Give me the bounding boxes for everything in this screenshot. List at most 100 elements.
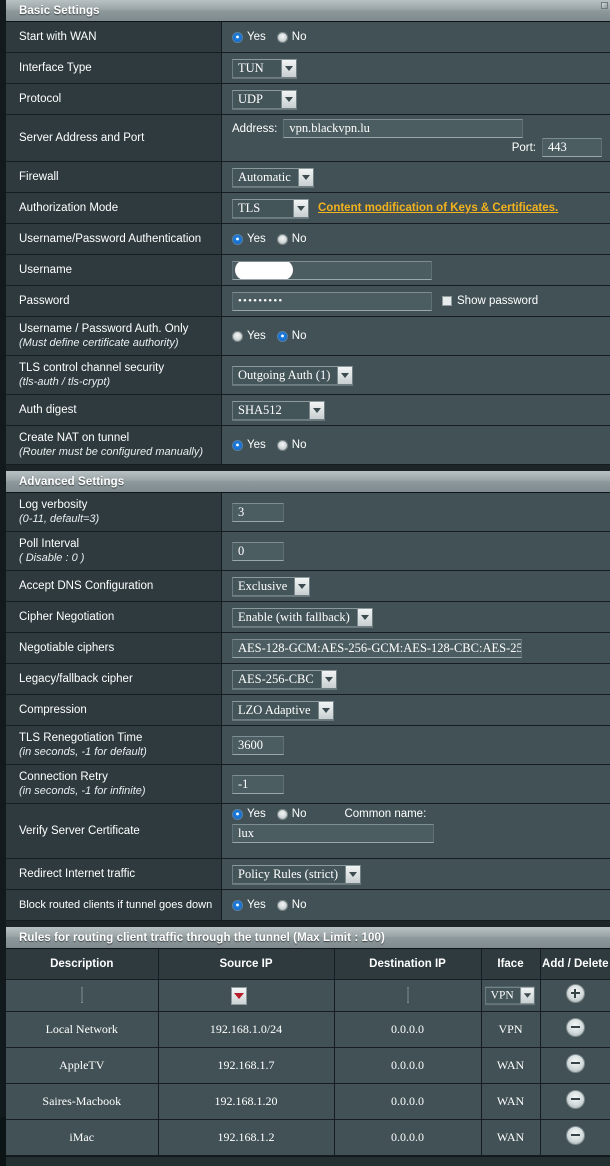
input-new-source-ip[interactable]: [231, 986, 247, 1005]
select-compression[interactable]: LZO Adaptive: [232, 700, 334, 720]
select-firewall[interactable]: Automatic: [232, 167, 314, 187]
cell-description: iMac: [6, 1119, 159, 1156]
label-accept-dns-configuration: Accept DNS Configuration: [6, 571, 222, 601]
chevron-down-icon: [293, 199, 308, 217]
input-common-name[interactable]: lux: [232, 824, 434, 843]
radio-start-with-wan-yes[interactable]: Yes: [232, 31, 266, 43]
cell-delete: [540, 1011, 610, 1048]
cell-destination-ip: 0.0.0.0: [334, 1011, 482, 1048]
label-username: Username: [6, 255, 222, 285]
label-poll-interval: Poll Interval ( Disable : 0 ): [6, 532, 222, 570]
select-value: Automatic: [238, 169, 291, 184]
radio-dot-on-icon: [232, 233, 243, 245]
label-cipher-negotiation: Cipher Negotiation: [6, 602, 222, 632]
radio-userpass-auth-no[interactable]: No: [276, 233, 306, 245]
radio-group-create-nat[interactable]: Yes No: [232, 439, 306, 451]
checkbox-show-password[interactable]: Show password: [442, 295, 538, 307]
radio-userpass-only-yes[interactable]: Yes: [232, 330, 266, 342]
row-verify-server-certificate: Verify Server Certificate Yes No Common …: [6, 804, 610, 859]
label-subtext: ( Disable : 0 ): [19, 552, 85, 564]
redaction-overlay: [235, 261, 293, 279]
row-cipher-negotiation: Cipher Negotiation Enable (with fallback…: [6, 602, 610, 633]
radio-userpass-only-no[interactable]: No: [276, 330, 306, 342]
select-protocol[interactable]: UDP: [232, 89, 297, 109]
radio-start-with-wan-no[interactable]: No: [276, 31, 307, 43]
radio-verify-server-cert-yes[interactable]: Yes: [232, 808, 266, 820]
select-authorization-mode[interactable]: TLS: [232, 198, 309, 218]
radio-create-nat-yes[interactable]: Yes: [232, 439, 266, 451]
radio-label: No: [291, 31, 307, 43]
chevron-down-icon: [294, 577, 310, 595]
label-firewall: Firewall: [6, 162, 222, 192]
input-new-description[interactable]: [80, 986, 83, 1003]
label-text: Poll Interval: [19, 538, 80, 550]
delete-rule-button[interactable]: [565, 1089, 585, 1109]
chevron-down-icon: [309, 401, 324, 419]
input-server-address[interactable]: vpn.blackvpn.lu: [283, 119, 524, 138]
select-legacy-fallback-cipher[interactable]: AES-256-CBC: [232, 669, 337, 689]
label-tls-control-channel-security: TLS control channel security (tls-auth /…: [6, 356, 222, 394]
label-text: Create NAT on tunnel: [19, 432, 130, 444]
input-password[interactable]: •••••••••: [232, 291, 432, 311]
select-redirect-internet-traffic[interactable]: Policy Rules (strict): [232, 864, 361, 884]
radio-verify-server-cert-no[interactable]: No: [276, 808, 306, 820]
section-header-basic-settings: Basic Settings: [6, 0, 610, 22]
radio-group-userpass-only[interactable]: Yes No: [232, 330, 306, 342]
select-value: Outgoing Auth (1): [238, 367, 331, 382]
select-auth-digest[interactable]: SHA512: [232, 400, 325, 420]
select-accept-dns-configuration[interactable]: Exclusive: [232, 576, 311, 596]
cell-source-ip: 192.168.1.7: [158, 1047, 335, 1084]
radio-group-userpass-auth[interactable]: Yes No: [232, 233, 306, 245]
cell-source-ip: 192.168.1.2: [158, 1119, 335, 1156]
input-tls-renegotiation-time[interactable]: 3600: [232, 735, 284, 755]
input-server-port[interactable]: 443: [542, 138, 602, 157]
chevron-down-icon[interactable]: [231, 986, 247, 1005]
row-negotiable-ciphers: Negotiable ciphers AES-128-GCM:AES-256-G…: [6, 633, 610, 664]
select-tls-control-channel-security[interactable]: Outgoing Auth (1): [232, 365, 354, 385]
delete-rule-button[interactable]: [565, 1125, 585, 1145]
select-interface-type[interactable]: TUN: [232, 58, 297, 78]
radio-label: Yes: [247, 233, 266, 245]
radio-block-routed-no[interactable]: No: [276, 899, 306, 911]
radio-userpass-auth-yes[interactable]: Yes: [232, 233, 266, 245]
label-subtext: (in seconds, -1 for default): [19, 746, 147, 758]
input-connection-retry[interactable]: -1: [232, 774, 284, 794]
label-compression: Compression: [6, 695, 222, 725]
delete-rule-button[interactable]: [565, 1053, 585, 1073]
cell-iface: WAN: [481, 1119, 541, 1156]
radio-label: Yes: [247, 899, 266, 911]
input-new-destination-ip[interactable]: [406, 986, 409, 1003]
input-username[interactable]: [232, 260, 432, 280]
add-rule-button[interactable]: [565, 983, 585, 1003]
row-poll-interval: Poll Interval ( Disable : 0 ) 0: [6, 532, 610, 571]
radio-group-verify-server-certificate[interactable]: Yes No: [232, 808, 306, 820]
label-password: Password: [6, 286, 222, 316]
row-redirect-internet-traffic: Redirect Internet traffic Policy Rules (…: [6, 859, 610, 890]
select-value: UDP: [238, 91, 264, 106]
row-server-address-and-port: Server Address and Port Address: vpn.bla…: [6, 115, 610, 162]
row-firewall: Firewall Automatic: [6, 162, 610, 193]
cell-delete: [540, 1083, 610, 1120]
radio-block-routed-yes[interactable]: Yes: [232, 899, 266, 911]
label-text: TLS control channel security: [19, 362, 165, 374]
radio-group-start-with-wan[interactable]: Yes No: [232, 31, 306, 43]
input-log-verbosity[interactable]: 3: [232, 502, 284, 522]
section-header-advanced-settings: Advanced Settings: [6, 471, 610, 493]
chevron-down-icon: [297, 168, 313, 186]
delete-rule-button[interactable]: [565, 1017, 585, 1037]
label-authorization-mode: Authorization Mode: [6, 193, 222, 223]
select-cipher-negotiation[interactable]: Enable (with fallback): [232, 607, 373, 627]
row-password: Password ••••••••• Show password: [6, 286, 610, 317]
table-row: Saires-Macbook 192.168.1.20 0.0.0.0 WAN: [6, 1083, 610, 1120]
radio-create-nat-no[interactable]: No: [276, 439, 306, 451]
input-negotiable-ciphers[interactable]: AES-128-GCM:AES-256-GCM:AES-128-CBC:AES-…: [232, 638, 522, 658]
cell-delete: [540, 1119, 610, 1156]
cell-description: AppleTV: [6, 1047, 159, 1084]
radio-group-block-routed-clients[interactable]: Yes No: [232, 899, 306, 911]
input-poll-interval[interactable]: 0: [232, 541, 284, 561]
select-new-iface[interactable]: VPN: [485, 986, 536, 1004]
link-content-modification-keys-certificates[interactable]: Content modification of Keys & Certifica…: [318, 202, 558, 214]
row-username-password-authentication: Username/Password Authentication Yes No: [6, 224, 610, 255]
column-header-description: Description: [6, 949, 159, 980]
window-corner-control[interactable]: [601, 2, 608, 9]
